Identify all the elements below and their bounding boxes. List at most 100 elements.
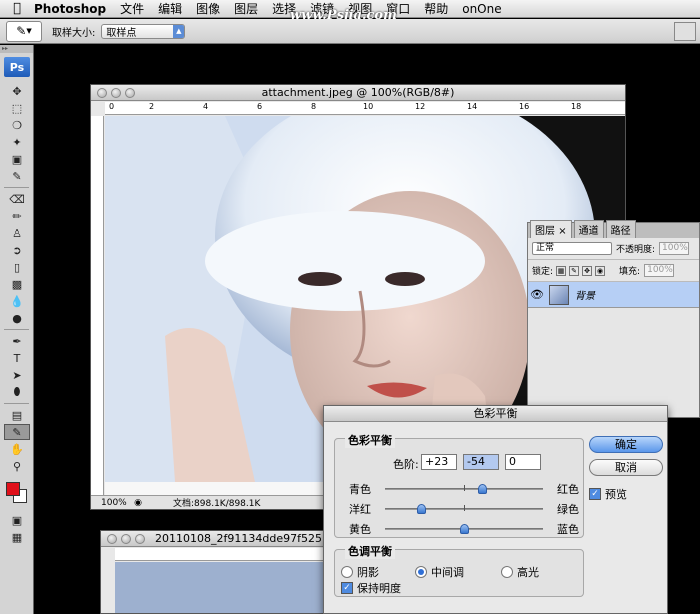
zoom-level[interactable]: 100% <box>91 498 131 508</box>
menu-image[interactable]: 图像 <box>196 0 220 17</box>
slider-thumb[interactable] <box>478 484 488 494</box>
hand-tool-icon[interactable]: ✋ <box>4 441 30 457</box>
history-brush-icon[interactable]: ➲ <box>4 242 30 258</box>
menu-onone[interactable]: onOne <box>462 2 501 16</box>
levels-label: 色阶: <box>393 458 419 471</box>
checkbox-label: 预览 <box>605 488 627 501</box>
document-title: attachment.jpeg @ 100%(RGB/8#) <box>261 86 455 99</box>
lock-position-icon[interactable]: ✥ <box>582 265 593 276</box>
move-tool-icon[interactable]: ✥ <box>4 83 30 99</box>
close-button[interactable] <box>107 533 117 544</box>
radio-midtones[interactable]: 中间调 <box>415 564 464 580</box>
panel-grip[interactable]: ▸▸ <box>0 45 33 53</box>
eraser-tool-icon[interactable]: ▯ <box>4 259 30 275</box>
radio-shadows[interactable]: 阴影 <box>341 564 379 580</box>
lock-row: 锁定: ▦ ✎ ✥ ◉ 填充: 100% <box>528 260 699 282</box>
eyedropper-tool-icon[interactable]: ✎ <box>4 424 30 440</box>
notes-tool-icon[interactable]: ▤ <box>4 407 30 423</box>
checkbox-label: 保持明度 <box>357 582 401 595</box>
status-menu-icon[interactable]: ◉ <box>131 498 145 508</box>
ruler-tick: 12 <box>415 102 426 111</box>
horizontal-ruler[interactable]: 0 2 4 6 8 10 12 14 16 18 <box>105 102 625 115</box>
lock-transparency-icon[interactable]: ▦ <box>556 265 567 276</box>
color-swatches <box>4 478 29 508</box>
group-label: 色彩平衡 <box>345 432 395 448</box>
tool-preset-picker[interactable]: ✎ ▼ <box>6 20 42 42</box>
blur-tool-icon[interactable]: 💧 <box>4 293 30 309</box>
slider-track[interactable] <box>385 504 543 514</box>
slider-thumb[interactable] <box>460 524 469 534</box>
palette-well[interactable] <box>674 22 696 41</box>
type-tool-icon[interactable]: T <box>4 350 30 366</box>
fill-label: 填充: <box>619 267 641 277</box>
slider-thumb[interactable] <box>417 504 427 514</box>
level-magenta-green[interactable]: -54 <box>463 454 499 470</box>
foreground-color-swatch[interactable] <box>6 482 20 496</box>
preview-checkbox[interactable]: ✓ 预览 <box>589 486 627 502</box>
close-icon[interactable]: × <box>558 226 566 237</box>
layer-row[interactable]: 👁 背景 <box>528 282 699 308</box>
document-info: 文档:898.1K/898.1K <box>173 499 261 509</box>
gradient-tool-icon[interactable]: ▩ <box>4 276 30 292</box>
marquee-tool-icon[interactable]: ⬚ <box>4 100 30 116</box>
pen-tool-icon[interactable]: ✒ <box>4 333 30 349</box>
tab-paths[interactable]: 路径 <box>605 220 636 238</box>
slider-track[interactable] <box>385 524 543 534</box>
radio-label: 高光 <box>517 566 539 579</box>
tab-channels[interactable]: 通道 <box>573 220 604 238</box>
opacity-label: 不透明度: <box>616 245 656 255</box>
slider-left-label: 洋红 <box>349 503 371 516</box>
slider-track[interactable] <box>385 484 543 494</box>
slice-tool-icon[interactable]: ✎ <box>4 168 30 184</box>
menu-layer[interactable]: 图层 <box>234 0 258 17</box>
horizontal-ruler[interactable] <box>115 548 329 561</box>
visibility-eye-icon[interactable]: 👁 <box>528 288 546 301</box>
blend-mode-select[interactable]: 正常 <box>532 242 612 255</box>
level-cyan-red[interactable]: +23 <box>421 454 457 470</box>
image-canvas-2[interactable] <box>115 562 329 613</box>
opacity-field[interactable]: 100% <box>659 242 690 255</box>
sample-size-select[interactable]: 取样点 ▲ <box>101 23 186 39</box>
tab-layers[interactable]: 图层 × <box>530 220 572 238</box>
healing-brush-icon[interactable]: ⌫ <box>4 191 30 207</box>
minimize-button[interactable] <box>121 533 131 544</box>
ok-button[interactable]: 确定 <box>589 436 663 453</box>
radio-label: 阴影 <box>357 566 379 579</box>
tool-divider <box>4 329 29 330</box>
path-selection-icon[interactable]: ➤ <box>4 367 30 383</box>
slider-right-label: 红色 <box>557 483 579 496</box>
lasso-tool-icon[interactable]: ❍ <box>4 117 30 133</box>
ps-logo[interactable]: Ps <box>4 57 30 77</box>
app-menu[interactable]: Photoshop <box>34 2 106 16</box>
apple-icon[interactable]:  <box>0 1 34 16</box>
quick-mask-icon[interactable]: ▣ <box>4 512 30 528</box>
vertical-ruler[interactable] <box>91 116 104 495</box>
shape-tool-icon[interactable]: ⬮ <box>4 384 30 400</box>
lock-label: 锁定: <box>532 267 554 277</box>
fill-field[interactable]: 100% <box>644 264 675 277</box>
menu-edit[interactable]: 编辑 <box>158 0 182 17</box>
clone-stamp-icon[interactable]: ♙ <box>4 225 30 241</box>
blend-row: 正常 不透明度: 100% <box>528 238 699 260</box>
radio-highlights[interactable]: 高光 <box>501 564 539 580</box>
menu-file[interactable]: 文件 <box>120 0 144 17</box>
cancel-button[interactable]: 取消 <box>589 459 663 476</box>
document2-title-bar[interactable]: 20110108_2f91134dde97f525 <box>101 531 329 547</box>
zoom-button[interactable] <box>135 533 145 544</box>
zoom-tool-icon[interactable]: ⚲ <box>4 458 30 474</box>
screen-mode-icon[interactable]: ▦ <box>4 529 30 545</box>
brush-tool-icon[interactable]: ✏ <box>4 208 30 224</box>
dodge-tool-icon[interactable]: ● <box>4 310 30 326</box>
layer-thumbnail <box>549 284 569 305</box>
document2-title: 20110108_2f91134dde97f525 <box>155 532 322 545</box>
menu-help[interactable]: 帮助 <box>424 0 448 17</box>
document-title-bar[interactable]: attachment.jpeg @ 100%(RGB/8#) <box>91 85 625 101</box>
preserve-luminosity-checkbox[interactable]: ✓ 保持明度 <box>341 580 401 596</box>
crop-tool-icon[interactable]: ▣ <box>4 151 30 167</box>
slider-row-yellow-blue: 黄色 蓝色 <box>349 521 579 536</box>
lock-all-icon[interactable]: ◉ <box>595 265 606 276</box>
lock-pixels-icon[interactable]: ✎ <box>569 265 580 276</box>
magic-wand-tool-icon[interactable]: ✦ <box>4 134 30 150</box>
level-yellow-blue[interactable]: 0 <box>505 454 541 470</box>
ruler-tick: 0 <box>109 102 115 111</box>
